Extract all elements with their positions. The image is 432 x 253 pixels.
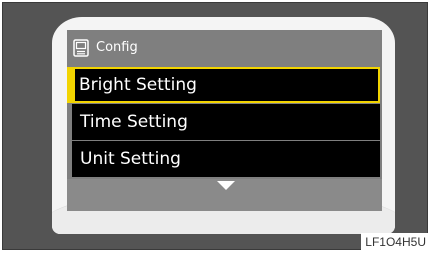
menu-item-label: Time Setting (80, 112, 188, 132)
selection-indicator (67, 67, 75, 103)
menu-item-label: Bright Setting (79, 75, 197, 95)
display-bezel: Config Bright Setting Time Setting Unit … (52, 17, 395, 234)
menu-item-bright-setting[interactable]: Bright Setting (67, 67, 380, 103)
figure-code-label: LF1O4H5U (361, 233, 430, 251)
display-screen: Config Bright Setting Time Setting Unit … (67, 30, 382, 211)
down-arrow-icon[interactable] (217, 181, 235, 190)
header-title: Config (96, 40, 138, 55)
config-menu: Bright Setting Time Setting Unit Setting (67, 67, 382, 178)
menu-item-time-setting[interactable]: Time Setting (72, 104, 380, 140)
scroll-indicator-area[interactable] (67, 179, 382, 211)
device-frame: Config Bright Setting Time Setting Unit … (2, 2, 428, 250)
menu-item-label: Unit Setting (80, 149, 181, 169)
screen-header: Config (67, 30, 382, 66)
menu-item-unit-setting[interactable]: Unit Setting (72, 141, 380, 177)
config-display-icon (73, 39, 89, 57)
